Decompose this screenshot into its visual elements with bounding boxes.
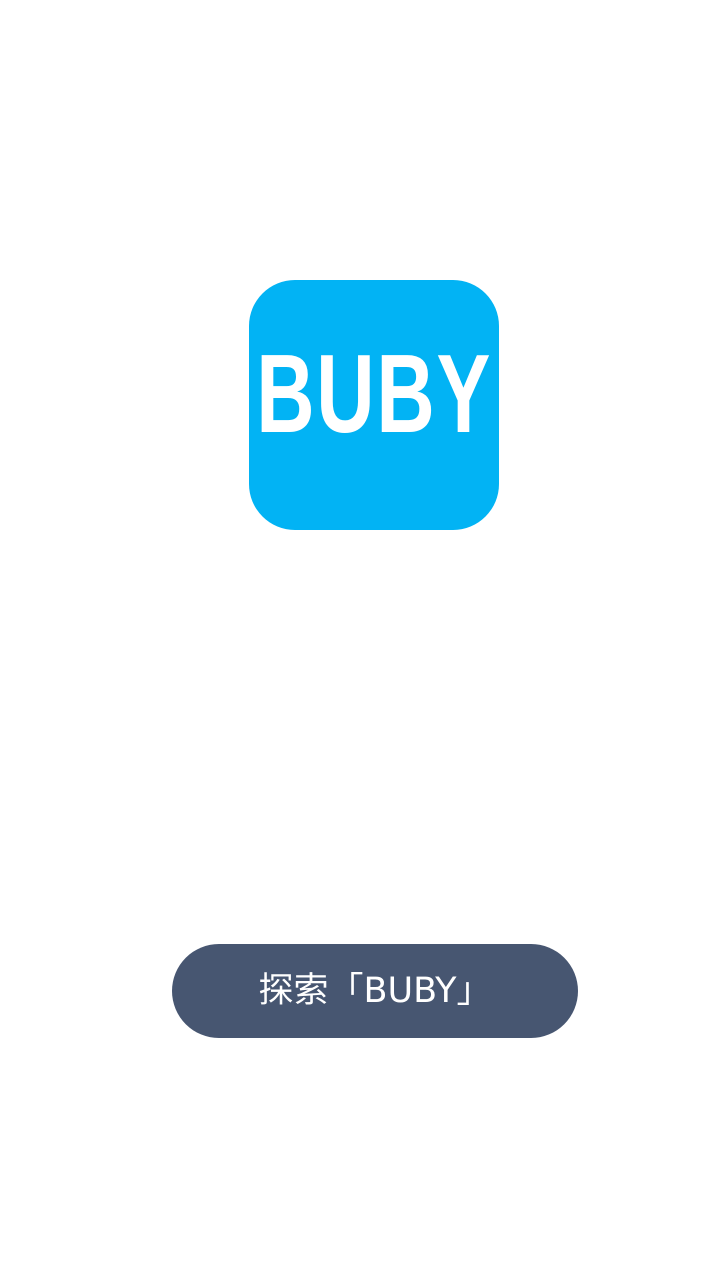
app-logo: BUBY — [249, 280, 499, 530]
splash-screen: BUBY 探索「BUBY」 — [0, 0, 720, 1280]
app-logo-text: BUBY — [256, 331, 492, 456]
explore-button[interactable]: 探索「BUBY」 — [172, 944, 578, 1038]
explore-button-label: 探索「BUBY」 — [258, 970, 492, 1011]
